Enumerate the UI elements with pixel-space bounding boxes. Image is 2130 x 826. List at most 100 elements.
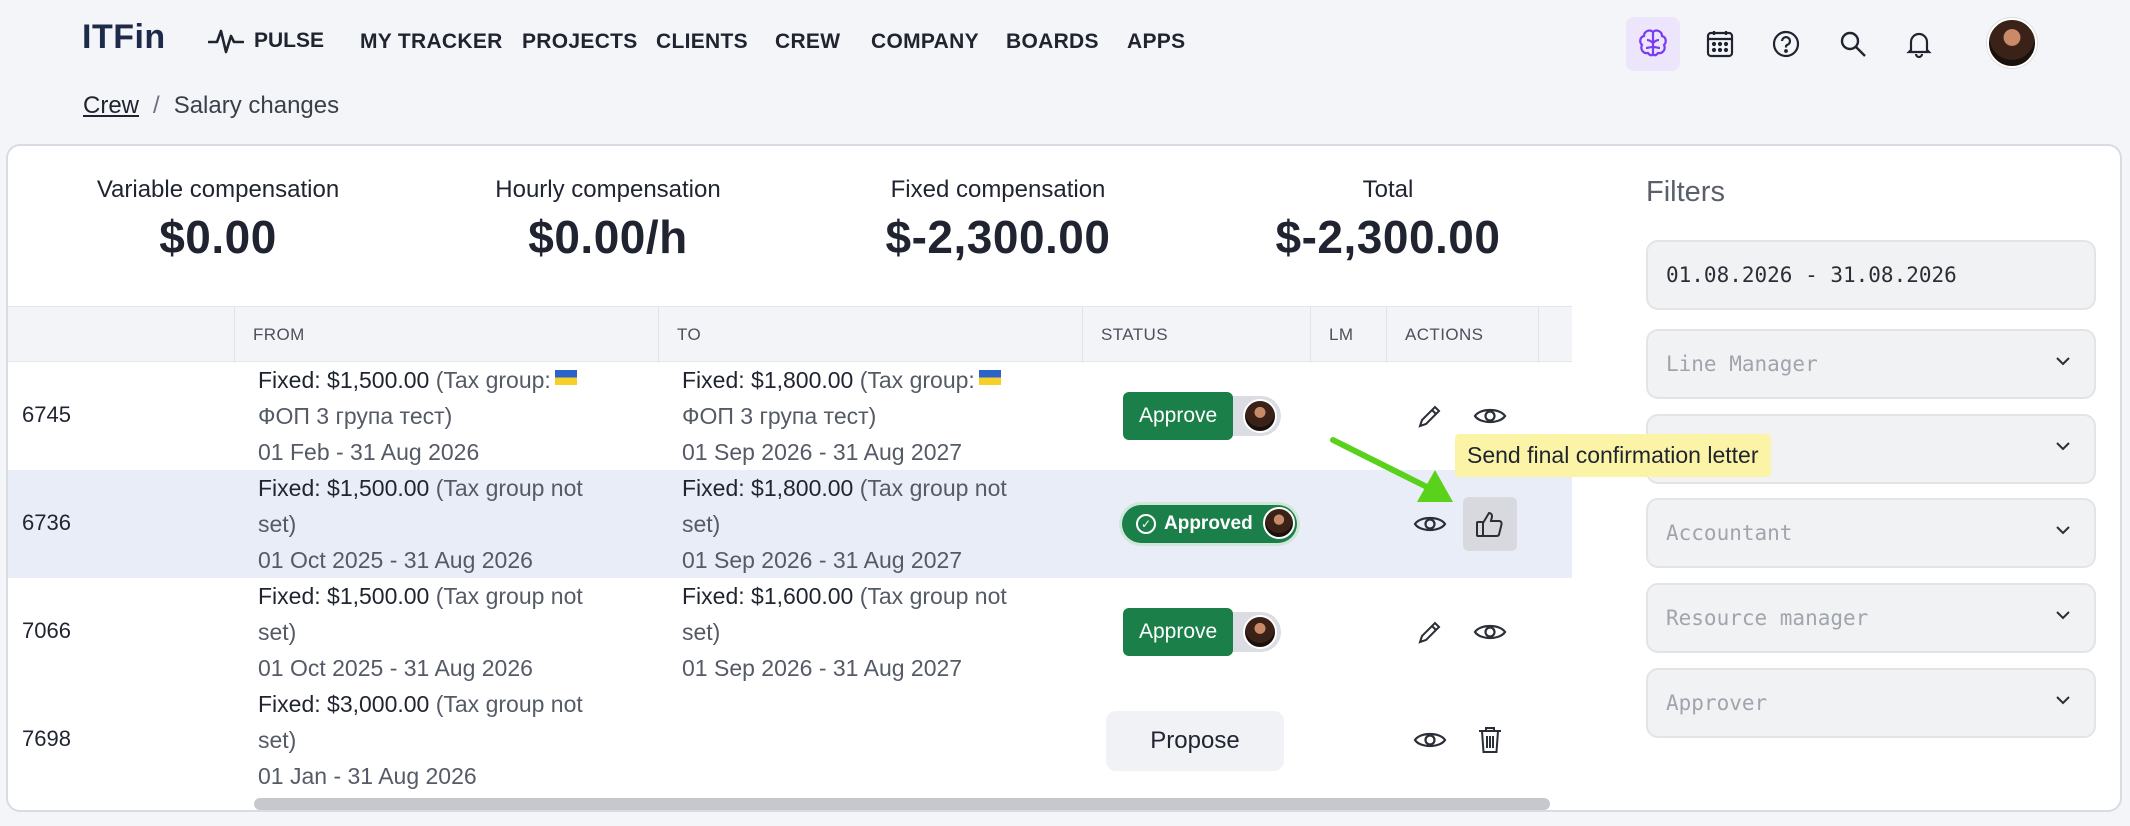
column-header-from[interactable]: FROM — [234, 307, 658, 363]
view-eye-icon[interactable] — [1406, 716, 1454, 764]
view-eye-icon[interactable] — [1466, 608, 1514, 656]
line-manager-filter[interactable]: Line Manager — [1646, 329, 2096, 399]
approve-toggle[interactable]: Approve — [1123, 392, 1282, 440]
search-icon[interactable] — [1826, 17, 1880, 71]
row-id: 7066 — [22, 618, 71, 643]
edit-pencil-icon[interactable] — [1406, 608, 1454, 656]
breadcrumb: Crew / Salary changes — [83, 92, 339, 120]
from-tax-group: (Tax group: — [435, 367, 551, 393]
from-amount: Fixed: $3,000.00 — [258, 691, 430, 717]
nav-item-pulse[interactable]: PULSE — [208, 26, 324, 56]
column-header-empty — [1538, 307, 1572, 363]
to-tax-group: (Tax group not — [859, 475, 1007, 501]
column-header-lm[interactable]: LM — [1310, 307, 1386, 363]
summary-value: $-2,300.00 — [885, 211, 1111, 263]
approver-filter[interactable]: Approver — [1646, 668, 2096, 738]
breadcrumb-crew-link[interactable]: Crew — [83, 92, 139, 120]
nav-item-apps[interactable]: APPS — [1127, 30, 1185, 54]
accountant-filter[interactable]: Accountant — [1646, 498, 2096, 568]
thumbs-up-icon[interactable] — [1463, 497, 1517, 551]
from-tax-group-name: set) — [258, 619, 297, 645]
from-tax-group: (Tax group not — [435, 691, 583, 717]
bell-icon[interactable] — [1892, 17, 1946, 71]
check-circle-icon: ✓ — [1136, 514, 1156, 534]
from-period: 01 Jan - 31 Aug 2026 — [258, 763, 477, 789]
delete-trash-icon[interactable] — [1466, 716, 1514, 764]
user-avatar[interactable] — [1987, 18, 2037, 68]
to-tax-group-name: ФОП 3 група тест) — [682, 403, 877, 429]
to-tax-group: (Tax group: — [859, 367, 975, 393]
view-eye-icon[interactable] — [1466, 392, 1514, 440]
from-amount: Fixed: $1,500.00 — [258, 475, 430, 501]
from-amount: Fixed: $1,500.00 — [258, 367, 430, 393]
summary-hourly: Hourly compensation $0.00/h — [458, 176, 758, 264]
chevron-down-icon — [2056, 526, 2070, 535]
summary-label: Hourly compensation — [495, 176, 721, 203]
table-header: FROM TO STATUS LM ACTIONS — [8, 306, 1572, 363]
from-tax-group: (Tax group not — [435, 475, 583, 501]
to-cell: Fixed: $1,800.00 (Tax group not set) 01 … — [682, 470, 1092, 578]
summary-label: Fixed compensation — [890, 176, 1106, 203]
nav-item-projects[interactable]: PROJECTS — [522, 30, 638, 54]
from-period: 01 Oct 2025 - 31 Aug 2026 — [258, 547, 533, 573]
nav-item-company[interactable]: COMPANY — [871, 30, 979, 54]
row-id: 7698 — [22, 726, 71, 751]
nav-item-crew[interactable]: CREW — [775, 30, 840, 54]
calendar-icon[interactable] — [1693, 17, 1747, 71]
row-id: 6736 — [22, 510, 71, 535]
to-amount: Fixed: $1,800.00 — [682, 475, 854, 501]
ukraine-flag-icon — [554, 370, 577, 385]
from-cell: Fixed: $1,500.00 (Tax group not set) 01 … — [258, 578, 668, 686]
summary-value: $0.00/h — [528, 211, 688, 263]
to-period: 01 Sep 2026 - 31 Aug 2027 — [682, 655, 963, 681]
to-amount: Fixed: $1,600.00 — [682, 583, 854, 609]
chevron-down-icon — [2056, 611, 2070, 620]
row-id: 6745 — [22, 402, 71, 427]
approver-avatar — [1243, 615, 1278, 649]
nav-item-boards[interactable]: BOARDS — [1006, 30, 1099, 54]
approve-button[interactable]: Approve — [1123, 608, 1234, 656]
approved-status-pill[interactable]: ✓ Approved — [1122, 505, 1297, 543]
table-row[interactable]: 7698 Fixed: $3,000.00 (Tax group not set… — [8, 686, 1572, 794]
summary-fixed: Fixed compensation $-2,300.00 — [828, 176, 1168, 264]
from-amount: Fixed: $1,500.00 — [258, 583, 430, 609]
breadcrumb-current: Salary changes — [173, 92, 340, 119]
nav-item-my-tracker[interactable]: MY TRACKER — [360, 30, 503, 54]
summary-label: Variable compensation — [96, 176, 340, 203]
summary-label: Total — [1362, 176, 1414, 203]
approved-label: Approved — [1164, 513, 1253, 534]
app-logo[interactable]: ITFin — [82, 18, 166, 57]
to-amount: Fixed: $1,800.00 — [682, 367, 854, 393]
to-period: 01 Sep 2026 - 31 Aug 2027 — [682, 439, 963, 465]
pulse-icon — [208, 29, 244, 54]
to-period: 01 Sep 2026 - 31 Aug 2027 — [682, 547, 963, 573]
filter-placeholder: Approver — [1666, 691, 1768, 715]
filter-placeholder: Resource manager — [1666, 606, 1869, 630]
column-header-status[interactable]: STATUS — [1082, 307, 1310, 363]
approve-toggle[interactable]: Approve — [1123, 608, 1282, 656]
toggle-track — [1227, 396, 1282, 436]
date-range-filter[interactable]: 01.08.2026 - 31.08.2026 — [1646, 240, 2096, 310]
column-header-to[interactable]: TO — [658, 307, 1082, 363]
to-tax-group: (Tax group not — [859, 583, 1007, 609]
column-header-actions[interactable]: ACTIONS — [1386, 307, 1538, 363]
filter-placeholder: Accountant — [1666, 521, 1793, 545]
nav-item-clients[interactable]: CLIENTS — [656, 30, 748, 54]
propose-button[interactable]: Propose — [1106, 711, 1284, 771]
salary-changes-card: Variable compensation $0.00 Hourly compe… — [6, 144, 2122, 812]
resource-manager-filter[interactable]: Resource manager — [1646, 583, 2096, 653]
ai-brain-icon[interactable] — [1626, 17, 1680, 71]
table-row[interactable]: 7066 Fixed: $1,500.00 (Tax group not set… — [8, 578, 1572, 686]
help-icon[interactable] — [1759, 17, 1813, 71]
approve-button[interactable]: Approve — [1123, 392, 1234, 440]
filter-placeholder: Line Manager — [1666, 352, 1818, 376]
to-cell: Fixed: $1,600.00 (Tax group not set) 01 … — [682, 578, 1092, 686]
annotation-arrow — [1330, 437, 1453, 502]
filters-title: Filters — [1646, 176, 1725, 208]
from-tax-group-name: set) — [258, 727, 297, 753]
horizontal-scrollbar[interactable] — [254, 798, 1550, 810]
from-tax-group: (Tax group not — [435, 583, 583, 609]
to-cell: Fixed: $1,800.00 (Tax group: ФОП 3 група… — [682, 362, 1092, 470]
summary-value: $0.00 — [159, 211, 277, 263]
chevron-down-icon — [2056, 696, 2070, 705]
